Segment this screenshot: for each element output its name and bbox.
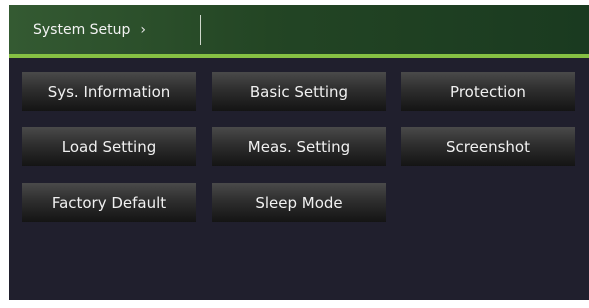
load-setting-button[interactable]: Load Setting (22, 127, 196, 166)
breadcrumb: System Setup › (33, 5, 146, 54)
protection-button[interactable]: Protection (401, 72, 575, 111)
sleep-mode-button[interactable]: Sleep Mode (212, 183, 386, 222)
sys-information-button[interactable]: Sys. Information (22, 72, 196, 111)
chevron-right-icon: › (140, 21, 147, 38)
meas-setting-button[interactable]: Meas. Setting (212, 127, 386, 166)
header-divider (200, 15, 201, 45)
screenshot-button[interactable]: Screenshot (401, 127, 575, 166)
header-bar: System Setup › (9, 5, 589, 54)
factory-default-button[interactable]: Factory Default (22, 183, 196, 222)
basic-setting-button[interactable]: Basic Setting (212, 72, 386, 111)
breadcrumb-system-setup[interactable]: System Setup (33, 22, 130, 38)
system-setup-screen: System Setup › Sys. Information Basic Se… (9, 5, 589, 300)
header-accent-line (9, 54, 589, 58)
